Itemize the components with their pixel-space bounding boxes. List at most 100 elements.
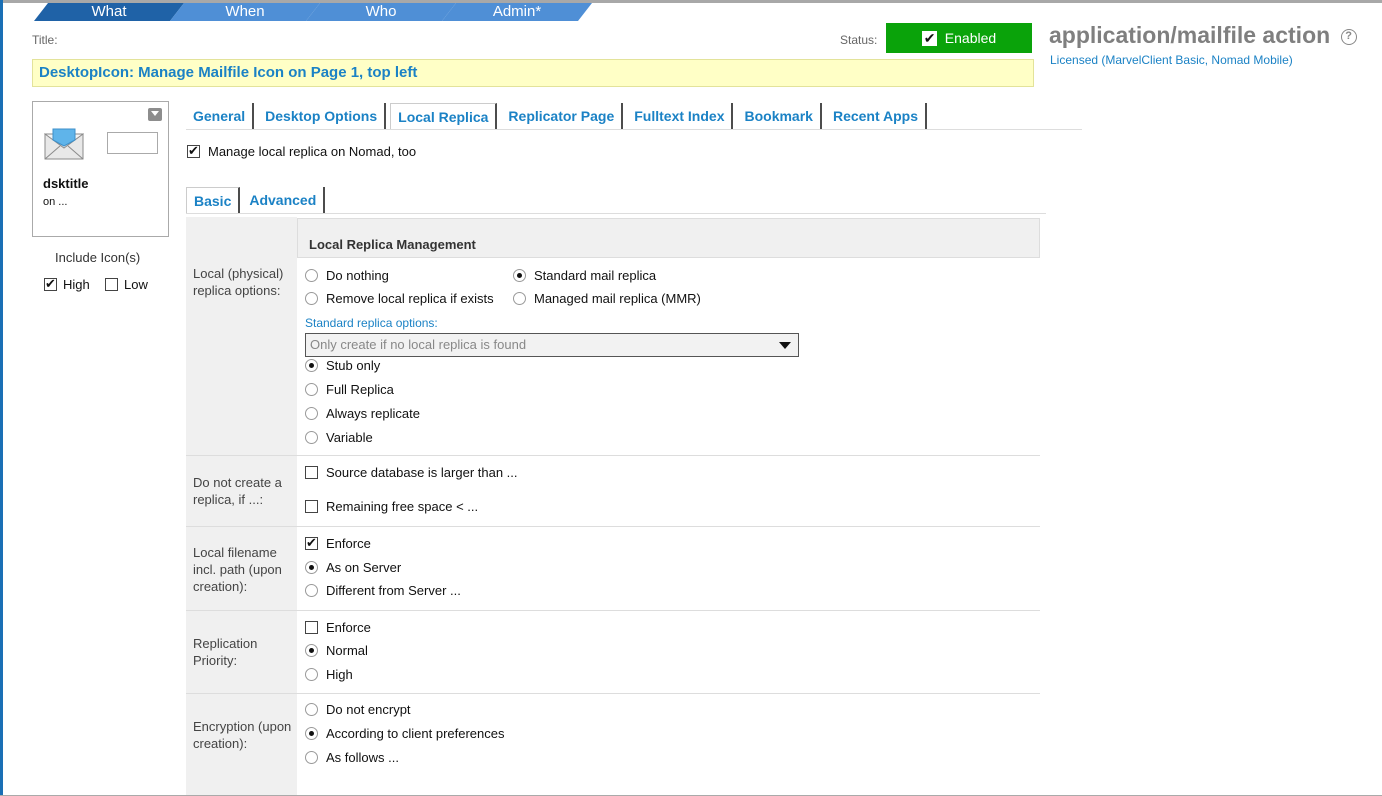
priority-high-radio[interactable] <box>305 668 318 681</box>
always-replicate-radio[interactable] <box>305 407 318 420</box>
standard-options-select[interactable]: Only create if no local replica is found <box>305 333 799 357</box>
manage-nomad-option[interactable]: Manage local replica on Nomad, too <box>187 143 417 159</box>
status-checkbox[interactable] <box>921 30 937 46</box>
option-do-nothing[interactable]: Do nothing <box>305 268 389 283</box>
free-space-label: Remaining free space < ... <box>326 499 479 514</box>
filename-enforce-checkbox[interactable] <box>305 535 318 551</box>
icon-preview-box <box>32 101 169 237</box>
local-filename-label: Local filename incl. path (upon creation… <box>193 545 282 594</box>
as-follows-radio[interactable] <box>305 751 318 764</box>
tab-local-replica[interactable]: Local Replica <box>390 103 498 129</box>
license-info: Licensed (MarvelClient Basic, Nomad Mobi… <box>1050 53 1293 67</box>
option-as-on-server[interactable]: As on Server <box>305 560 401 575</box>
priority-enforce-checkbox[interactable] <box>305 621 318 634</box>
local-options-label: Local (physical) replica options: <box>193 266 284 298</box>
option-always-replicate[interactable]: Always replicate <box>305 406 420 421</box>
nav-tab-what[interactable]: What <box>34 3 184 21</box>
priority-normal-label: Normal <box>326 643 368 658</box>
tab-recent-apps[interactable]: Recent Apps <box>826 103 928 129</box>
option-do-not-encrypt[interactable]: Do not encrypt <box>305 702 411 717</box>
row-divider <box>186 693 1040 694</box>
option-stub-only[interactable]: Stub only <box>305 358 380 373</box>
nav-tab-who-label: Who <box>365 3 397 20</box>
icon-title: dsktitle <box>43 176 89 191</box>
option-priority-normal[interactable]: Normal <box>305 643 368 658</box>
include-low-option[interactable]: Low <box>105 277 148 292</box>
do-not-create-label: Do not create a replica, if ...: <box>193 475 282 507</box>
option-priority-enforce[interactable]: Enforce <box>305 620 371 635</box>
tab-bookmark[interactable]: Bookmark <box>737 103 822 129</box>
tab-advanced[interactable]: Advanced <box>242 187 326 213</box>
variable-label: Variable <box>326 430 373 445</box>
help-icon[interactable]: ? <box>1340 29 1357 45</box>
remove-replica-radio[interactable] <box>305 292 318 305</box>
option-full-replica[interactable]: Full Replica <box>305 382 394 397</box>
option-filename-enforce[interactable]: Enforce <box>305 535 371 551</box>
tab-general[interactable]: General <box>186 103 255 129</box>
manage-nomad-label: Manage local replica on Nomad, too <box>208 144 417 159</box>
manage-nomad-checkbox[interactable] <box>187 143 200 159</box>
always-replicate-label: Always replicate <box>326 406 420 421</box>
include-high-option[interactable]: High <box>44 276 90 292</box>
tab-fulltext-index[interactable]: Fulltext Index <box>627 103 734 129</box>
icon-subtitle: on ... <box>43 196 68 208</box>
icon-text-field[interactable] <box>107 132 158 154</box>
remove-replica-label: Remove local replica if exists <box>326 291 494 306</box>
encryption-label: Encryption (upon creation): <box>193 719 292 751</box>
source-larger-checkbox[interactable] <box>305 466 318 479</box>
status-label: Status: <box>840 33 878 47</box>
option-free-space[interactable]: Remaining free space < ... <box>305 499 478 514</box>
full-replica-label: Full Replica <box>326 382 394 397</box>
nav-tab-when[interactable]: When <box>170 3 320 21</box>
main-tab-bar: General Desktop Options Local Replica Re… <box>186 103 928 129</box>
icon-dropdown-icon[interactable] <box>148 108 162 121</box>
page-title: application/mailfile action ? <box>1049 22 1357 49</box>
nav-tab-admin[interactable]: Admin* <box>442 3 592 21</box>
option-priority-high[interactable]: High <box>305 667 353 682</box>
include-high-checkbox[interactable] <box>44 276 57 292</box>
option-managed-replica[interactable]: Managed mail replica (MMR) <box>513 291 701 306</box>
different-from-server-radio[interactable] <box>305 584 318 597</box>
nav-tab-admin-label: Admin* <box>492 3 542 20</box>
include-low-checkbox[interactable] <box>105 278 118 291</box>
priority-normal-radio[interactable] <box>305 644 318 657</box>
managed-replica-radio[interactable] <box>513 292 526 305</box>
option-different-from-server[interactable]: Different from Server ... <box>305 583 461 598</box>
status-toggle-button[interactable]: Enabled <box>886 23 1032 53</box>
row-divider <box>186 610 1040 611</box>
stub-only-label: Stub only <box>326 358 381 373</box>
as-on-server-radio[interactable] <box>305 561 318 574</box>
do-not-encrypt-radio[interactable] <box>305 703 318 716</box>
option-variable[interactable]: Variable <box>305 430 373 445</box>
tab-basic[interactable]: Basic <box>186 187 241 213</box>
title-field[interactable]: DesktopIcon: Manage Mailfile Icon on Pag… <box>32 59 1034 87</box>
window-left-border <box>0 0 3 796</box>
client-preferences-radio[interactable] <box>305 727 318 740</box>
different-from-server-label: Different from Server ... <box>326 583 461 598</box>
chevron-down-icon[interactable] <box>772 334 798 356</box>
option-standard-replica[interactable]: Standard mail replica <box>513 268 656 283</box>
standard-options-value: Only create if no local replica is found <box>310 337 527 352</box>
do-nothing-label: Do nothing <box>326 268 389 283</box>
do-nothing-radio[interactable] <box>305 269 318 282</box>
tab-desktop-options[interactable]: Desktop Options <box>258 103 387 129</box>
nav-tab-who[interactable]: Who <box>306 3 456 21</box>
variable-radio[interactable] <box>305 431 318 444</box>
status-value: Enabled <box>944 30 997 46</box>
page-title-text: application/mailfile action <box>1049 22 1331 48</box>
filename-enforce-label: Enforce <box>326 536 371 551</box>
free-space-checkbox[interactable] <box>305 500 318 513</box>
option-as-follows[interactable]: As follows ... <box>305 750 399 765</box>
sub-tab-bar: Basic Advanced <box>186 187 326 213</box>
stub-only-radio[interactable] <box>305 359 318 372</box>
standard-options-label: Standard replica options: <box>305 316 438 330</box>
option-remove-replica[interactable]: Remove local replica if exists <box>305 291 494 306</box>
client-preferences-label: According to client preferences <box>326 726 505 741</box>
option-source-larger[interactable]: Source database is larger than ... <box>305 465 518 480</box>
standard-replica-radio[interactable] <box>513 269 526 282</box>
do-not-encrypt-label: Do not encrypt <box>326 702 411 717</box>
option-client-preferences[interactable]: According to client preferences <box>305 726 504 741</box>
sub-tab-divider <box>186 213 1046 214</box>
tab-replicator-page[interactable]: Replicator Page <box>501 103 624 129</box>
full-replica-radio[interactable] <box>305 383 318 396</box>
